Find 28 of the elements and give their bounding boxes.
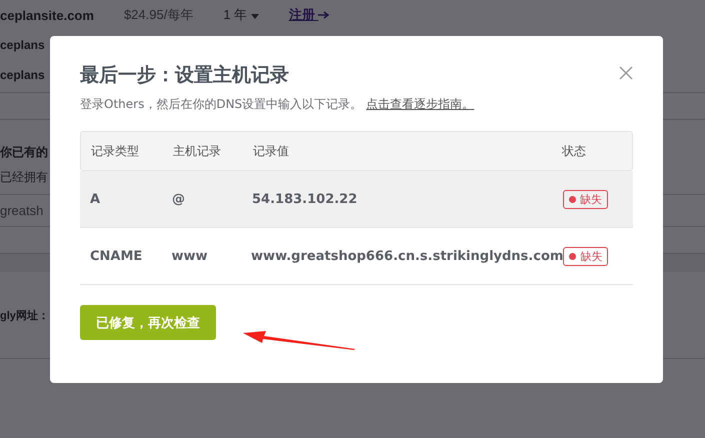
caret-down-icon	[250, 14, 259, 19]
domain-name: ceplans	[0, 38, 45, 52]
column-header: 记录值	[253, 142, 290, 160]
status-badge: 缺失	[563, 190, 608, 208]
domain-field[interactable]: greatsh	[0, 203, 44, 218]
table-cell: www.greatshop666.cn.s.strikinglydns.com	[251, 248, 564, 264]
table-cell-text: @	[172, 192, 186, 206]
guide-link[interactable]: 点击查看逐步指南。	[366, 97, 474, 111]
dialog-title: 最后一步：设置主机记录	[80, 63, 289, 88]
table-cell-text: 54.183.102.22	[252, 192, 358, 206]
price-text: $24.95/每年	[124, 6, 194, 24]
column-header: 状态	[562, 142, 587, 160]
close-icon[interactable]	[619, 66, 633, 80]
term-dropdown[interactable]: 1 年	[223, 6, 259, 24]
section-text: 已经拥有	[0, 169, 48, 186]
column-header: 主机记录	[173, 142, 222, 160]
domain-name: ceplans	[0, 68, 45, 82]
dialog-subtitle: 登录Others，然后在你的DNS设置中输入以下记录。	[80, 97, 362, 111]
domain-name: ceplansite.com	[0, 8, 94, 22]
status-badge: 缺失	[563, 246, 608, 266]
recheck-button[interactable]: 已修复，再次检查	[80, 305, 216, 340]
url-label: gly网址：	[0, 308, 49, 322]
register-link[interactable]: 注册	[288, 6, 330, 24]
arrow-right-icon	[318, 11, 330, 19]
table-cell-text: www	[172, 248, 209, 264]
table-cell-text: A	[89, 192, 102, 206]
column-header: 记录类型	[90, 142, 140, 160]
table-cell-text: CNAME	[89, 248, 144, 264]
